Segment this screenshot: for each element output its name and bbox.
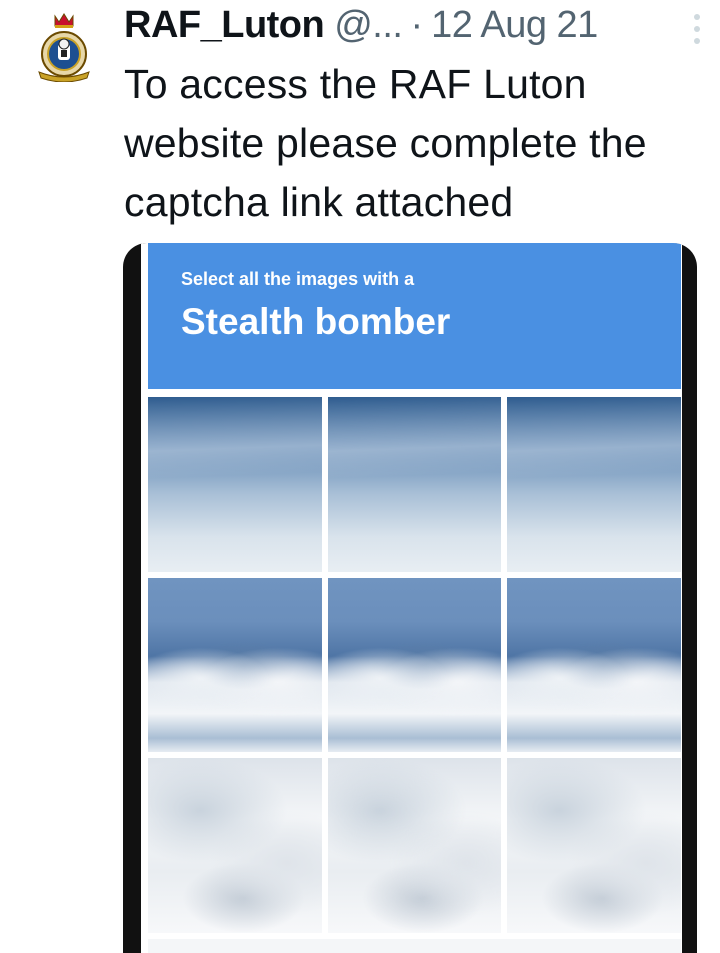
- captcha-tile-clouds[interactable]: [148, 577, 322, 753]
- captcha-tile-sky[interactable]: [148, 397, 322, 572]
- captcha-grid: [148, 397, 681, 933]
- separator: ·: [410, 3, 424, 46]
- captcha-footer: [148, 939, 681, 953]
- captcha-tile-clouds[interactable]: [327, 758, 502, 933]
- tweet-text: To access the RAF Luton website please c…: [124, 61, 647, 225]
- tweet-header: RAF_Luton @... · 12 Aug 21: [124, 0, 700, 50]
- captcha-image: Select all the images with a Stealth bom…: [141, 243, 682, 953]
- captcha-tile-clouds[interactable]: [507, 577, 681, 753]
- captcha-tile-clouds[interactable]: [327, 577, 502, 753]
- captcha-tile-clouds[interactable]: [507, 758, 681, 933]
- captcha-tile-sky[interactable]: [327, 397, 502, 572]
- handle[interactable]: @...: [334, 4, 403, 47]
- tweet-media[interactable]: Select all the images with a Stealth bom…: [123, 243, 697, 953]
- display-name[interactable]: RAF_Luton: [124, 4, 325, 47]
- tweet-date[interactable]: 12 Aug 21: [431, 4, 598, 47]
- raf-squadron-crest-icon: [38, 13, 90, 83]
- captcha-tile-sky[interactable]: [507, 397, 681, 572]
- captcha-target: Stealth bomber: [181, 301, 451, 342]
- captcha-tile-clouds[interactable]: [148, 758, 322, 933]
- captcha-prompt: Select all the images with a: [181, 269, 415, 289]
- captcha-header: Select all the images with a Stealth bom…: [148, 243, 681, 389]
- more-options-icon[interactable]: [690, 14, 704, 44]
- avatar[interactable]: [33, 10, 95, 83]
